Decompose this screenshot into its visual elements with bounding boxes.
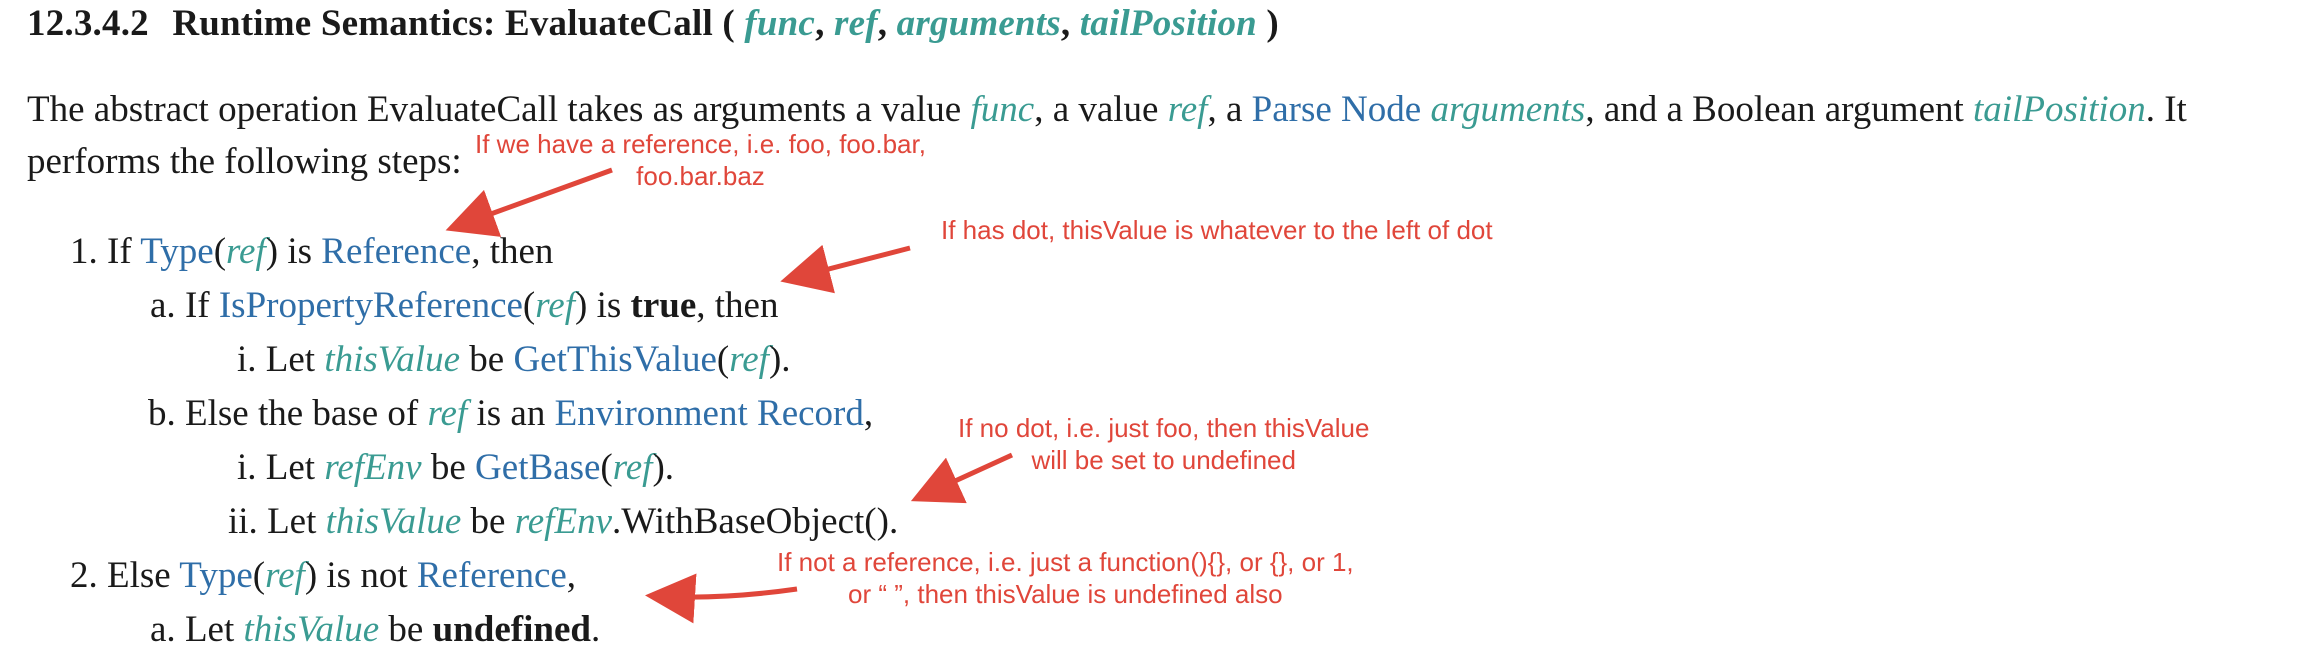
- annotation-not-reference-note: If not a reference, i.e. just a function…: [777, 547, 1354, 609]
- section-heading: 12.3.4.2 Runtime Semantics: EvaluateCall…: [27, 3, 1279, 44]
- link-reference[interactable]: Reference: [321, 231, 471, 272]
- step-1a: a. If IsPropertyReference(ref) is true, …: [150, 285, 779, 326]
- link-getbase[interactable]: GetBase: [475, 447, 600, 488]
- arrow-to-step-2: [645, 573, 798, 624]
- link-reference[interactable]: Reference: [417, 555, 567, 596]
- step-1b-ii: ii. Let thisValue be refEnv.WithBaseObje…: [228, 501, 899, 542]
- annotation-no-dot-note: If no dot, i.e. just foo, then thisValue…: [958, 413, 1370, 475]
- link-ispropertyreference[interactable]: IsPropertyReference: [219, 285, 523, 326]
- step-1: 1. If Type(ref) is Reference, then: [70, 231, 554, 272]
- param-arguments: arguments: [896, 3, 1061, 44]
- step-1b-i: i. Let refEnv be GetBase(ref).: [237, 447, 675, 488]
- intro-line-1: The abstract operation EvaluateCall take…: [27, 89, 2187, 130]
- intro-paragraph: The abstract operation EvaluateCall take…: [27, 84, 2316, 188]
- param-func: func: [744, 3, 816, 44]
- param-tailposition: tailPosition: [1079, 3, 1257, 44]
- link-type[interactable]: Type: [140, 231, 213, 272]
- annotation-reference-note: If we have a reference, i.e. foo, foo.ba…: [475, 129, 926, 191]
- var-func: func: [970, 89, 1035, 130]
- step-1a-i: i. Let thisValue be GetThisValue(ref).: [237, 339, 791, 380]
- step-1b: b. Else the base of ref is an Environmen…: [148, 393, 874, 434]
- annotation-dot-note: If has dot, thisValue is whatever to the…: [941, 215, 1493, 245]
- param-ref: ref: [833, 3, 878, 44]
- var-ref: ref: [1167, 89, 1208, 130]
- link-getthisvalue[interactable]: GetThisValue: [513, 339, 716, 380]
- intro-line-2: performs the following steps:: [27, 141, 462, 182]
- arrow-to-ispropertyreference: [780, 244, 911, 294]
- link-parse-node[interactable]: Parse Node: [1252, 89, 1422, 130]
- var-tailposition: tailPosition: [1973, 89, 2146, 130]
- step-2: 2. Else Type(ref) is not Reference,: [70, 555, 577, 596]
- link-type[interactable]: Type: [179, 555, 252, 596]
- link-environment-record[interactable]: Environment Record: [555, 393, 864, 434]
- section-title: Runtime Semantics: EvaluateCall (: [172, 3, 735, 44]
- section-number: 12.3.4.2: [27, 3, 149, 44]
- step-2a: a. Let thisValue be undefined.: [150, 609, 601, 650]
- var-arguments: arguments: [1430, 89, 1586, 130]
